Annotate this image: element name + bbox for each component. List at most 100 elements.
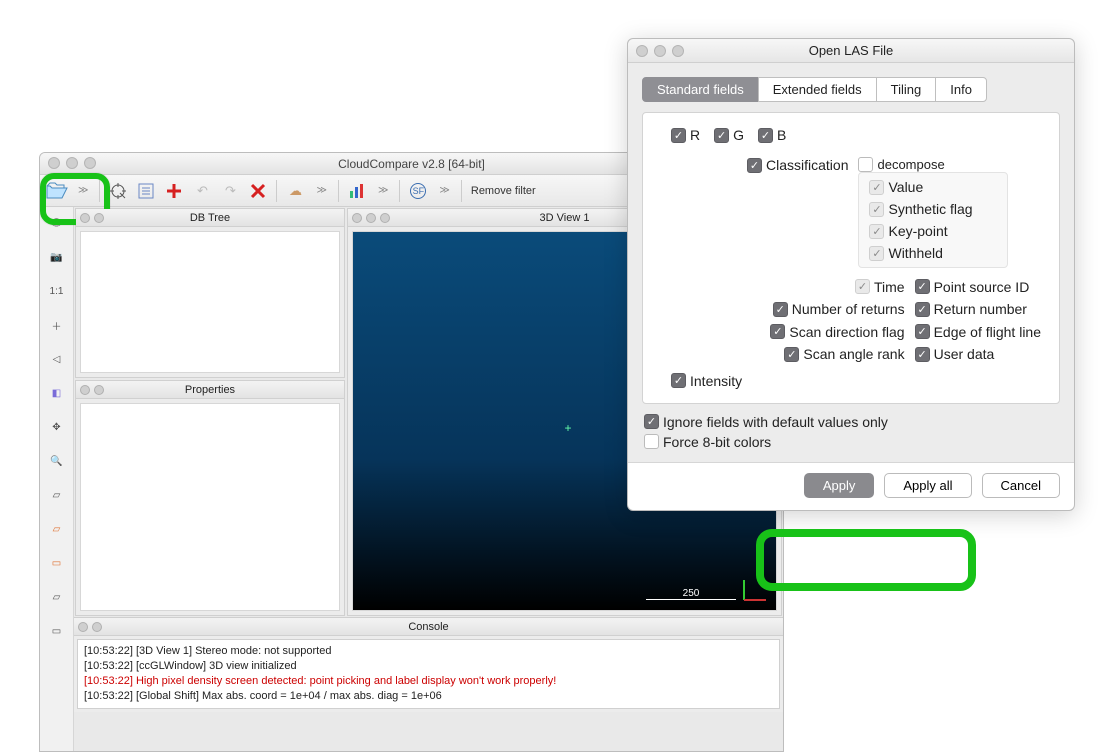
cube-purple-icon[interactable]: ◧ [47, 383, 67, 403]
las-tabs: Standard fields Extended fields Tiling I… [642, 77, 1060, 102]
zoom-search-icon[interactable]: 🔍 [47, 451, 67, 471]
db-tree-panel: DB Tree [75, 208, 345, 378]
las-title-text: Open LAS File [809, 43, 894, 58]
check-scanang[interactable]: ✓Scan angle rank [784, 346, 904, 362]
remove-filter-label[interactable]: Remove filter [471, 185, 536, 197]
undo-icon: ↶ [197, 183, 208, 199]
check-g[interactable]: ✓G [714, 127, 744, 143]
redo-icon: ↷ [225, 183, 236, 199]
traffic-lights[interactable] [48, 157, 96, 169]
sf-icon: SF [410, 183, 426, 199]
color-tool[interactable]: ☁ [282, 178, 308, 204]
check-classification[interactable]: ✓Classification [747, 157, 848, 173]
tab-extended-fields[interactable]: Extended fields [758, 77, 877, 102]
las-button-row: Apply Apply all Cancel [628, 462, 1074, 510]
db-tree-body[interactable] [80, 231, 340, 373]
check-r-label: R [690, 127, 700, 143]
axis-gizmo-icon [740, 574, 770, 604]
zoom-icon[interactable] [84, 157, 96, 169]
perspective-2-icon[interactable]: ▱ [47, 519, 67, 539]
delete-tool[interactable] [245, 178, 271, 204]
tab-info[interactable]: Info [935, 77, 987, 102]
check-synthetic[interactable]: ✓Synthetic flag [869, 201, 997, 217]
console-line: [10:53:22] High pixel density screen det… [84, 674, 773, 689]
add-tool[interactable] [161, 178, 187, 204]
classification-label: Classification [766, 157, 848, 173]
eye-icon[interactable]: 👁 [47, 213, 67, 233]
open-las-dialog: Open LAS File Standard fields Extended f… [627, 38, 1075, 511]
view-scale: 250 [646, 588, 736, 600]
undo-tool[interactable]: ↶ [189, 178, 215, 204]
check-psid[interactable]: ✓Point source ID [915, 279, 1030, 295]
minimize-icon[interactable] [66, 157, 78, 169]
console-line: [10:53:22] [3D View 1] Stereo mode: not … [84, 644, 773, 659]
properties-title: Properties [185, 384, 235, 396]
pick-tool[interactable] [105, 178, 131, 204]
check-time[interactable]: ✓Time [855, 279, 905, 295]
triangle-left-icon[interactable]: ◁ [47, 349, 67, 369]
view-scale-value: 250 [683, 588, 700, 599]
check-scandir[interactable]: ✓Scan direction flag [770, 324, 904, 340]
cancel-button[interactable]: Cancel [982, 473, 1060, 498]
properties-body[interactable] [80, 403, 340, 611]
console-panel: Console [10:53:22] [3D View 1] Stereo mo… [74, 617, 783, 712]
decompose-options: ✓Value ✓Synthetic flag ✓Key-point ✓Withh… [858, 172, 1008, 268]
apply-all-button[interactable]: Apply all [884, 473, 971, 498]
camera-icon[interactable]: 📷 [47, 247, 67, 267]
perspective-3-icon[interactable]: ▭ [47, 553, 67, 573]
check-force-8bit[interactable]: ✓Force 8-bit colors [644, 434, 1060, 450]
check-userdata[interactable]: ✓User data [915, 346, 995, 362]
check-value[interactable]: ✓Value [869, 179, 997, 195]
plus-red-icon [166, 183, 182, 199]
toolbar-overflow-2[interactable]: ≫ [310, 185, 332, 196]
crosshair-cursor-icon [109, 182, 127, 200]
highlight-apply-buttons [756, 529, 976, 591]
tab-standard-fields[interactable]: Standard fields [642, 77, 759, 102]
decompose-label: decompose [877, 157, 944, 172]
check-r[interactable]: ✓R [671, 127, 700, 143]
check-ignore-defaults[interactable]: ✓Ignore fields with default values only [644, 414, 1060, 430]
cloud-color-icon: ☁ [289, 183, 302, 199]
one-to-one-button[interactable]: 1:1 [47, 281, 67, 301]
x-red-icon [250, 183, 266, 199]
folder-open-icon [46, 182, 68, 200]
check-g-label: G [733, 127, 744, 143]
console-line: [10:53:22] [Global Shift] Max abs. coord… [84, 689, 773, 704]
close-icon[interactable] [48, 157, 60, 169]
3d-view-title: 3D View 1 [540, 212, 590, 224]
perspective-5-icon[interactable]: ▭ [47, 621, 67, 641]
db-tree-title: DB Tree [190, 212, 230, 224]
perspective-4-icon[interactable]: ▱ [47, 587, 67, 607]
check-retnum[interactable]: ✓Return number [915, 301, 1027, 317]
one-to-one-label: 1:1 [50, 286, 64, 297]
check-b[interactable]: ✓B [758, 127, 786, 143]
redo-tool[interactable]: ↷ [217, 178, 243, 204]
properties-panel: Properties [75, 380, 345, 616]
check-nreturns[interactable]: ✓Number of returns [773, 301, 905, 317]
check-keypoint[interactable]: ✓Key-point [869, 223, 997, 239]
histogram-tool[interactable] [344, 178, 370, 204]
bars-color-icon [349, 183, 365, 199]
las-titlebar: Open LAS File [628, 39, 1074, 63]
open-file-button[interactable] [44, 178, 70, 204]
check-edge[interactable]: ✓Edge of flight line [915, 324, 1041, 340]
left-vertical-toolbar: 👁 📷 1:1 ＋ ◁ ◧ ✥ 🔍 ▱ ▱ ▭ ▱ ▭ [40, 207, 74, 751]
standard-fields-box: ✓R ✓G ✓B ✓Classification ✓ decompose ✓Val… [642, 112, 1060, 404]
toolbar-overflow-1[interactable]: ≫ [72, 185, 94, 196]
apply-button[interactable]: Apply [804, 473, 875, 498]
console-line: [10:53:22] [ccGLWindow] 3D view initiali… [84, 659, 773, 674]
toolbar-overflow-3[interactable]: ≫ [372, 185, 394, 196]
console-body[interactable]: [10:53:22] [3D View 1] Stereo mode: not … [77, 639, 780, 709]
toolbar-overflow-4[interactable]: ≫ [433, 185, 455, 196]
move-icon[interactable]: ✥ [47, 417, 67, 437]
list-icon [138, 183, 154, 199]
check-withheld[interactable]: ✓Withheld [869, 245, 997, 261]
sf-tool[interactable]: SF [405, 178, 431, 204]
check-decompose[interactable]: ✓ [858, 157, 873, 172]
list-tool[interactable] [133, 178, 159, 204]
check-intensity[interactable]: ✓Intensity [671, 373, 742, 389]
perspective-1-icon[interactable]: ▱ [47, 485, 67, 505]
console-title: Console [408, 621, 448, 633]
tab-tiling[interactable]: Tiling [876, 77, 937, 102]
plus-icon[interactable]: ＋ [47, 315, 67, 335]
